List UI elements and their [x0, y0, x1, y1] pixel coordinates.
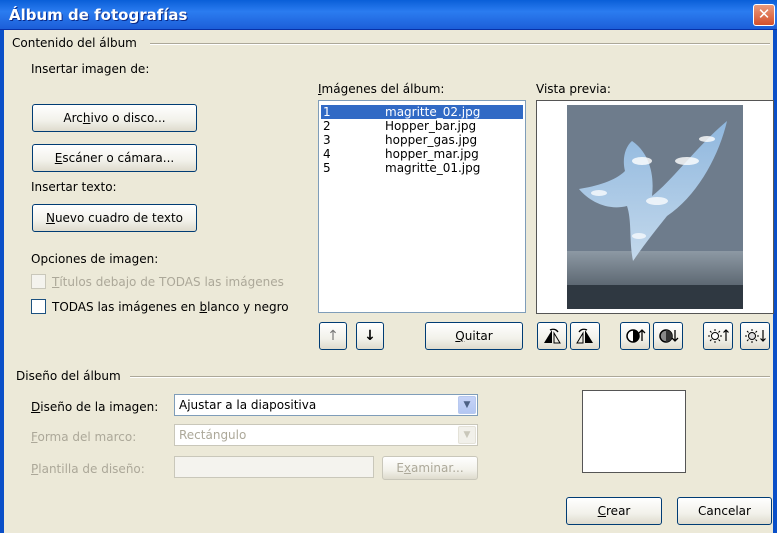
rotate-left-button[interactable] [537, 322, 567, 350]
photo-album-dialog: Álbum de fotografías ✕ Contenido del álb… [0, 0, 777, 533]
list-item-number: 2 [323, 119, 331, 133]
design-template-label: Plantilla de diseño: [31, 462, 145, 476]
create-button-accesskey: C [597, 504, 607, 518]
file-or-disk-button-text: Arc [63, 111, 83, 125]
chevron-down-icon[interactable]: ▼ [458, 396, 476, 414]
move-down-button[interactable]: ↓ [356, 322, 384, 350]
browse-button-text: E [396, 461, 404, 475]
bw-label-text-rest: lanco y negro [207, 300, 289, 314]
browse-button-accesskey: x [403, 461, 412, 475]
frame-shape-value: Rectángulo [179, 428, 247, 442]
image-layout-label-accesskey: D [31, 400, 41, 414]
list-item-number: 1 [323, 105, 331, 119]
arrow-down-icon: ↓ [364, 328, 376, 344]
cancel-button-text: Cancelar [698, 504, 751, 518]
bw-label-accesskey: b [199, 300, 208, 314]
contrast-up-button[interactable] [620, 322, 650, 350]
frame-shape-label-text-rest: orma del marco: [37, 430, 137, 444]
frame-shape-label: Forma del marco: [31, 430, 136, 444]
frame-shape-select[interactable]: Rectángulo ▼ [174, 424, 478, 446]
brightness-up-button[interactable] [703, 322, 733, 350]
list-item[interactable]: 5 magritte_01.jpg [321, 161, 523, 175]
cancel-button[interactable]: Cancelar [677, 497, 772, 525]
list-item-filename: magritte_02.jpg [385, 105, 481, 119]
list-item-filename: Hopper_bar.jpg [385, 119, 477, 133]
window-frame-left [0, 30, 4, 533]
image-layout-value: Ajustar a la diapositiva [179, 398, 317, 412]
insert-image-label: Insertar imagen de: [31, 62, 150, 76]
layout-group-label: Diseño del álbum [16, 369, 125, 383]
album-images-label-text-rest: mágenes del álbum: [321, 82, 445, 96]
list-item-number: 4 [323, 147, 331, 161]
layout-preview-box [582, 390, 686, 473]
design-template-label-text-rest: lantilla de diseño: [38, 462, 145, 476]
remove-button[interactable]: Quitar [425, 322, 523, 350]
preview-picture [537, 101, 773, 313]
image-layout-label: Diseño de la imagen: [31, 400, 158, 414]
list-item[interactable]: 1 magritte_02.jpg [321, 105, 523, 119]
album-images-listbox[interactable]: 1 magritte_02.jpg 2 Hopper_bar.jpg 3 hop… [318, 100, 526, 313]
close-button[interactable]: ✕ [753, 4, 775, 26]
captions-checkbox[interactable] [31, 274, 46, 289]
list-item-filename: magritte_01.jpg [385, 161, 481, 175]
new-text-box-button-text-rest: uevo cuadro de texto [54, 211, 184, 225]
move-up-button[interactable]: ↑ [319, 322, 347, 350]
close-icon: ✕ [757, 5, 771, 23]
rotate-right-button[interactable] [570, 322, 600, 350]
black-and-white-checkbox-label: TODAS las imágenes en blanco y negro [52, 300, 289, 314]
chevron-down-icon[interactable]: ▼ [458, 426, 476, 444]
content-group-label: Contenido del álbum [12, 36, 141, 50]
remove-button-text-rest: uitar [464, 329, 493, 343]
image-layout-label-text-rest: iseño de la imagen: [40, 400, 159, 414]
new-text-box-button[interactable]: Nuevo cuadro de texto [32, 204, 197, 232]
scanner-button-text-rest: scáner o cámara... [62, 151, 175, 165]
remove-button-accesskey: Q [455, 329, 465, 343]
contrast-down-button[interactable] [653, 322, 683, 350]
brightness-up-icon [708, 329, 729, 343]
create-button-text-rest: rear [606, 504, 631, 518]
list-item-number: 3 [323, 133, 331, 147]
black-and-white-checkbox[interactable] [31, 299, 46, 314]
list-item-filename: hopper_gas.jpg [385, 133, 478, 147]
captions-checkbox-label: Títulos debajo de TODAS las imágenes [52, 275, 284, 289]
image-layout-select[interactable]: Ajustar a la diapositiva ▼ [174, 394, 478, 416]
rotate-right-icon [576, 328, 593, 344]
list-item[interactable]: 3 hopper_gas.jpg [321, 133, 523, 147]
list-item-number: 5 [323, 161, 331, 175]
brightness-down-button[interactable] [740, 322, 770, 350]
preview-label: Vista previa: [536, 82, 611, 96]
rotate-left-icon [544, 328, 561, 344]
contrast-up-icon [626, 329, 646, 343]
scanner-or-camera-button[interactable]: Escáner o cámara... [32, 144, 197, 172]
list-item[interactable]: 4 hopper_mar.jpg [321, 147, 523, 161]
browse-button-text-rest: aminar... [411, 461, 464, 475]
list-item-filename: hopper_mar.jpg [385, 147, 479, 161]
title-bar[interactable]: Álbum de fotografías ✕ [0, 0, 777, 30]
browse-button[interactable]: Examinar... [382, 456, 478, 480]
create-button[interactable]: Crear [566, 497, 662, 525]
album-images-label: Imágenes del álbum: [318, 82, 444, 96]
layout-group-separator [130, 376, 770, 378]
content-group-separator [150, 43, 770, 45]
image-preview [536, 100, 774, 314]
new-text-box-button-accesskey: N [45, 211, 55, 225]
insert-text-label: Insertar texto: [31, 180, 117, 194]
captions-label-text-rest: ítulos debajo de TODAS las imágenes [59, 275, 284, 289]
image-options-label: Opciones de imagen: [31, 252, 159, 266]
bw-label-text: TODAS las imágenes en [52, 300, 200, 314]
file-or-disk-button[interactable]: Archivo o disco... [32, 104, 197, 132]
contrast-down-icon [659, 329, 679, 343]
dialog-title: Álbum de fotografías [9, 6, 188, 24]
file-or-disk-button-text-rest: ivo o disco... [90, 111, 166, 125]
arrow-up-icon: ↑ [327, 328, 339, 344]
brightness-down-icon [745, 329, 766, 343]
design-template-field[interactable] [174, 456, 374, 478]
list-item[interactable]: 2 Hopper_bar.jpg [321, 119, 523, 133]
